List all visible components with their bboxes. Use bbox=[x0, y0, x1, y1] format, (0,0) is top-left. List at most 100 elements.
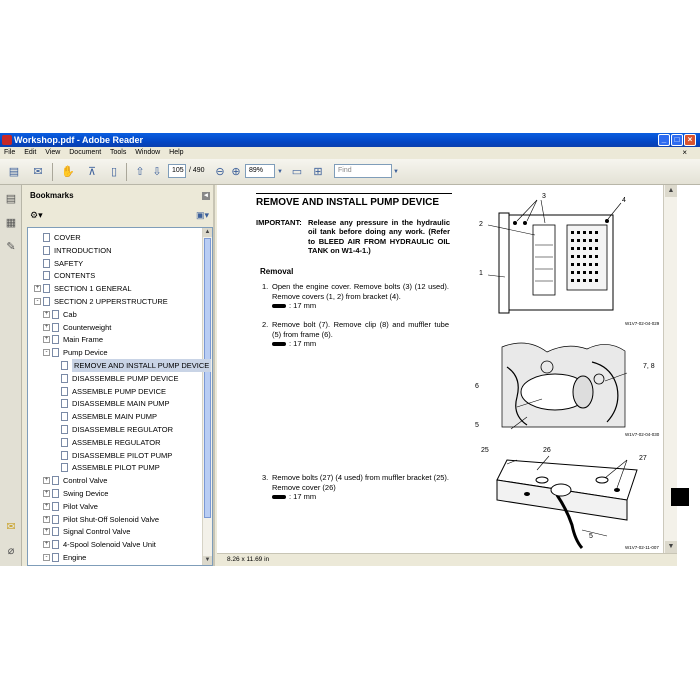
scroll-down-icon[interactable]: ▼ bbox=[203, 556, 212, 565]
menu-edit[interactable]: Edit bbox=[24, 149, 36, 156]
wrench-icon bbox=[272, 342, 286, 347]
menu-view[interactable]: View bbox=[45, 149, 60, 156]
bookmark-label: Pilot Shut-Off Solenoid Valve bbox=[63, 514, 160, 524]
expand-icon[interactable]: + bbox=[43, 528, 50, 536]
expand-icon[interactable]: + bbox=[43, 515, 50, 523]
bookmark-label: Control Valve bbox=[63, 476, 108, 486]
collapse-icon[interactable]: - bbox=[43, 554, 50, 561]
wrench-size: : 17 mm bbox=[272, 339, 316, 349]
wrench-icon bbox=[272, 304, 286, 309]
bookmark-label: ASSEMBLE PILOT PUMP bbox=[72, 463, 160, 473]
bookmark-label: Pump Device bbox=[63, 348, 108, 358]
bookmark-page-icon bbox=[52, 476, 59, 486]
expand-icon[interactable]: + bbox=[43, 323, 50, 331]
zoom-dropdown-icon[interactable]: ▼ bbox=[276, 164, 284, 180]
bookmarks-scrollbar[interactable]: ▲ ▼ bbox=[202, 228, 212, 565]
expand-icon[interactable]: + bbox=[43, 336, 50, 344]
bookmarks-icon[interactable]: ▦ bbox=[3, 215, 19, 231]
expand-icon[interactable]: + bbox=[34, 285, 41, 293]
bookmark-label: Main Frame bbox=[63, 335, 104, 345]
minimize-button[interactable]: _ bbox=[658, 134, 670, 146]
collapse-icon[interactable]: - bbox=[43, 349, 50, 357]
collapse-icon[interactable]: - bbox=[34, 298, 41, 305]
bookmark-page-icon bbox=[43, 271, 50, 281]
zoom-out-icon[interactable]: ⊖ bbox=[212, 164, 228, 180]
figure-caption: W1V7-02-11-007 bbox=[625, 545, 659, 550]
select-tool-icon[interactable]: ⊼ bbox=[84, 164, 100, 180]
figure-callout: 26 bbox=[543, 447, 551, 454]
page-tab-marker bbox=[671, 488, 689, 506]
menu-window[interactable]: Window bbox=[135, 149, 160, 156]
wrench-size-label: : 17 mm bbox=[289, 301, 317, 310]
bookmark-label: Pilot Valve bbox=[63, 501, 98, 511]
menu-help[interactable]: Help bbox=[169, 149, 183, 156]
figure-callout: 2 bbox=[479, 221, 483, 228]
wrench-size: : 17 mm bbox=[272, 301, 316, 311]
bookmark-label: Swing Device bbox=[63, 489, 109, 498]
expand-icon[interactable]: + bbox=[43, 502, 50, 510]
step-text: Open the engine cover. Remove bolts (3) … bbox=[272, 282, 449, 301]
adobe-reader-window: Workshop.pdf - Adobe Reader _ □ × File E… bbox=[0, 133, 700, 566]
bookmarks-panel: Bookmarks ◂ ⚙▾ ▣▾ ▲ ▼ COVER INTRODUCTION S… bbox=[22, 185, 215, 566]
next-page-icon[interactable]: ⇩ bbox=[149, 164, 165, 180]
options-icon[interactable]: ⚙▾ bbox=[30, 210, 43, 221]
bookmarks-tree: ▲ ▼ COVER INTRODUCTION SAFETY CONTENTS + SECT… bbox=[27, 227, 213, 566]
bookmark-page-icon bbox=[52, 348, 59, 358]
comments-icon[interactable]: ✉ bbox=[3, 519, 19, 535]
figure-callout: 25 bbox=[481, 447, 489, 454]
print-icon[interactable]: ▤ bbox=[6, 164, 22, 180]
toolbar: ▤ ✉ ✋ ⊼ ▯ ⇧ ⇩ 105 / 490 ⊖ ⊕ 89% ▼ ▭ ⊞ Fi… bbox=[0, 159, 700, 185]
bookmarks-toolbar: ⚙▾ ▣▾ bbox=[22, 207, 215, 227]
bookmark-label: CONTENTS bbox=[54, 271, 96, 281]
bookmark-label: ASSEMBLE PUMP DEVICE bbox=[72, 386, 167, 396]
close-button[interactable]: × bbox=[684, 134, 696, 146]
menu-file[interactable]: File bbox=[4, 149, 15, 156]
scroll-up-icon[interactable]: ▲ bbox=[665, 185, 677, 197]
bookmark-page-icon bbox=[61, 399, 68, 409]
previous-page-icon[interactable]: ⇧ bbox=[132, 164, 148, 180]
zoom-in-icon[interactable]: ⊕ bbox=[228, 164, 244, 180]
page-title: REMOVE AND INSTALL PUMP DEVICE bbox=[256, 197, 439, 208]
expand-icon[interactable]: + bbox=[43, 477, 50, 485]
scroll-down-icon[interactable]: ▼ bbox=[665, 541, 677, 553]
expand-icon[interactable]: + bbox=[43, 541, 50, 549]
page-size: 8.26 x 11.69 in bbox=[227, 556, 270, 563]
expand-icon[interactable]: + bbox=[43, 310, 50, 318]
bookmark-label: ASSEMBLE MAIN PUMP bbox=[72, 412, 158, 422]
page-number-input[interactable]: 105 bbox=[168, 164, 186, 178]
important-label: IMPORTANT: bbox=[256, 218, 302, 227]
fit-width-icon[interactable]: ⊞ bbox=[310, 164, 326, 180]
bookmark-page-icon bbox=[43, 258, 50, 268]
bookmark-page-icon bbox=[61, 386, 68, 396]
figure-callout: 5 bbox=[475, 422, 479, 429]
close-panel-icon[interactable]: ◂ bbox=[202, 192, 210, 200]
maximize-button[interactable]: □ bbox=[671, 134, 683, 146]
bookmark-page-icon bbox=[52, 501, 59, 511]
scroll-thumb[interactable] bbox=[204, 238, 211, 518]
scroll-up-icon[interactable]: ▲ bbox=[203, 228, 212, 237]
find-input[interactable]: Find bbox=[334, 164, 392, 178]
menu-document[interactable]: Document bbox=[69, 149, 101, 156]
snapshot-icon[interactable]: ▯ bbox=[106, 164, 122, 180]
find-dropdown-icon[interactable]: ▼ bbox=[392, 164, 400, 180]
signatures-icon[interactable]: ✎ bbox=[3, 239, 19, 255]
zoom-level-input[interactable]: 89% bbox=[245, 164, 275, 178]
title-bar: Workshop.pdf - Adobe Reader _ □ × bbox=[0, 133, 700, 147]
email-icon[interactable]: ✉ bbox=[30, 164, 46, 180]
bookmark-label: INTRODUCTION bbox=[54, 245, 112, 255]
attachments-icon[interactable]: ⌀ bbox=[3, 543, 19, 559]
bookmark-page-icon bbox=[52, 489, 59, 498]
expand-icon[interactable]: + bbox=[43, 490, 50, 497]
bookmark-page-icon bbox=[52, 335, 59, 345]
title-rule bbox=[256, 193, 452, 194]
pages-icon[interactable]: ▤ bbox=[3, 191, 19, 207]
figure-callout: 27 bbox=[639, 455, 647, 462]
menu-tools[interactable]: Tools bbox=[110, 149, 126, 156]
hand-tool-icon[interactable]: ✋ bbox=[60, 164, 76, 180]
window-title: Workshop.pdf - Adobe Reader bbox=[14, 135, 144, 145]
fit-page-icon[interactable]: ▭ bbox=[289, 164, 305, 180]
step-number: 3. bbox=[262, 473, 269, 482]
document-close-icon[interactable]: × bbox=[682, 147, 687, 159]
bookmark-page-icon bbox=[61, 437, 68, 447]
new-bookmark-icon[interactable]: ▣▾ bbox=[196, 210, 209, 221]
